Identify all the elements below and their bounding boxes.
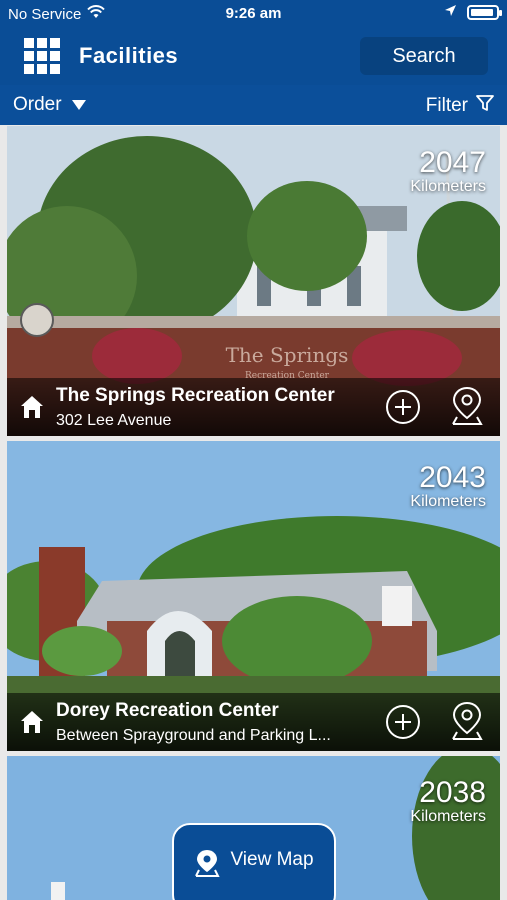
- home-icon: [19, 709, 45, 740]
- facility-address: 302 Lee Avenue: [56, 412, 172, 429]
- location-arrow-icon: [444, 4, 457, 21]
- facility-caption: Dorey Recreation Center Between Spraygro…: [7, 693, 500, 751]
- sign-text: The Springs: [226, 343, 349, 367]
- view-map-label: View Map: [230, 849, 314, 870]
- map-pin-icon[interactable]: [449, 701, 485, 746]
- map-pin-icon: [194, 849, 221, 883]
- order-dropdown[interactable]: Order: [13, 94, 86, 116]
- battery-icon: [467, 5, 502, 20]
- search-button[interactable]: Search: [360, 37, 488, 75]
- distance-unit: Kilometers: [410, 493, 486, 510]
- order-label: Order: [13, 94, 62, 115]
- distance-badge: 2047 Kilometers: [410, 148, 486, 196]
- facility-card[interactable]: The Springs Recreation Center 2047 Kilom…: [7, 126, 500, 436]
- dropdown-triangle-icon: [71, 100, 86, 110]
- facility-name: Dorey Recreation Center: [56, 700, 279, 721]
- status-bar: No Service 9:26 am: [0, 0, 507, 28]
- sort-filter-bar: Order Filter: [0, 85, 507, 125]
- view-map-button[interactable]: View Map: [172, 823, 336, 900]
- home-icon: [19, 394, 45, 425]
- facility-caption: The Springs Recreation Center 302 Lee Av…: [7, 378, 500, 436]
- nav-bar: Facilities Search: [0, 28, 507, 85]
- filter-funnel-icon: [476, 94, 494, 118]
- page-title: Facilities: [79, 43, 179, 68]
- status-right: [444, 4, 502, 21]
- map-pin-icon[interactable]: [449, 386, 485, 431]
- facility-address: Between Sprayground and Parking L...: [56, 727, 331, 744]
- facility-name: The Springs Recreation Center: [56, 385, 335, 406]
- distance-value: 2043: [419, 461, 486, 494]
- clock-time: 9:26 am: [225, 5, 282, 22]
- distance-badge: 2038 Kilometers: [410, 778, 486, 826]
- battery-fill: [471, 9, 494, 16]
- distance-value: 2038: [419, 776, 486, 809]
- facility-card[interactable]: 2043 Kilometers Dorey Recreation Center …: [7, 441, 500, 751]
- add-favorite-icon[interactable]: [386, 390, 420, 424]
- add-favorite-icon[interactable]: [386, 705, 420, 739]
- menu-grid-icon[interactable]: [24, 38, 60, 74]
- distance-unit: Kilometers: [410, 178, 486, 195]
- distance-value: 2047: [419, 146, 486, 179]
- distance-unit: Kilometers: [410, 808, 486, 825]
- filter-button[interactable]: Filter: [426, 94, 494, 118]
- filter-label: Filter: [425, 95, 468, 116]
- distance-badge: 2043 Kilometers: [410, 463, 486, 511]
